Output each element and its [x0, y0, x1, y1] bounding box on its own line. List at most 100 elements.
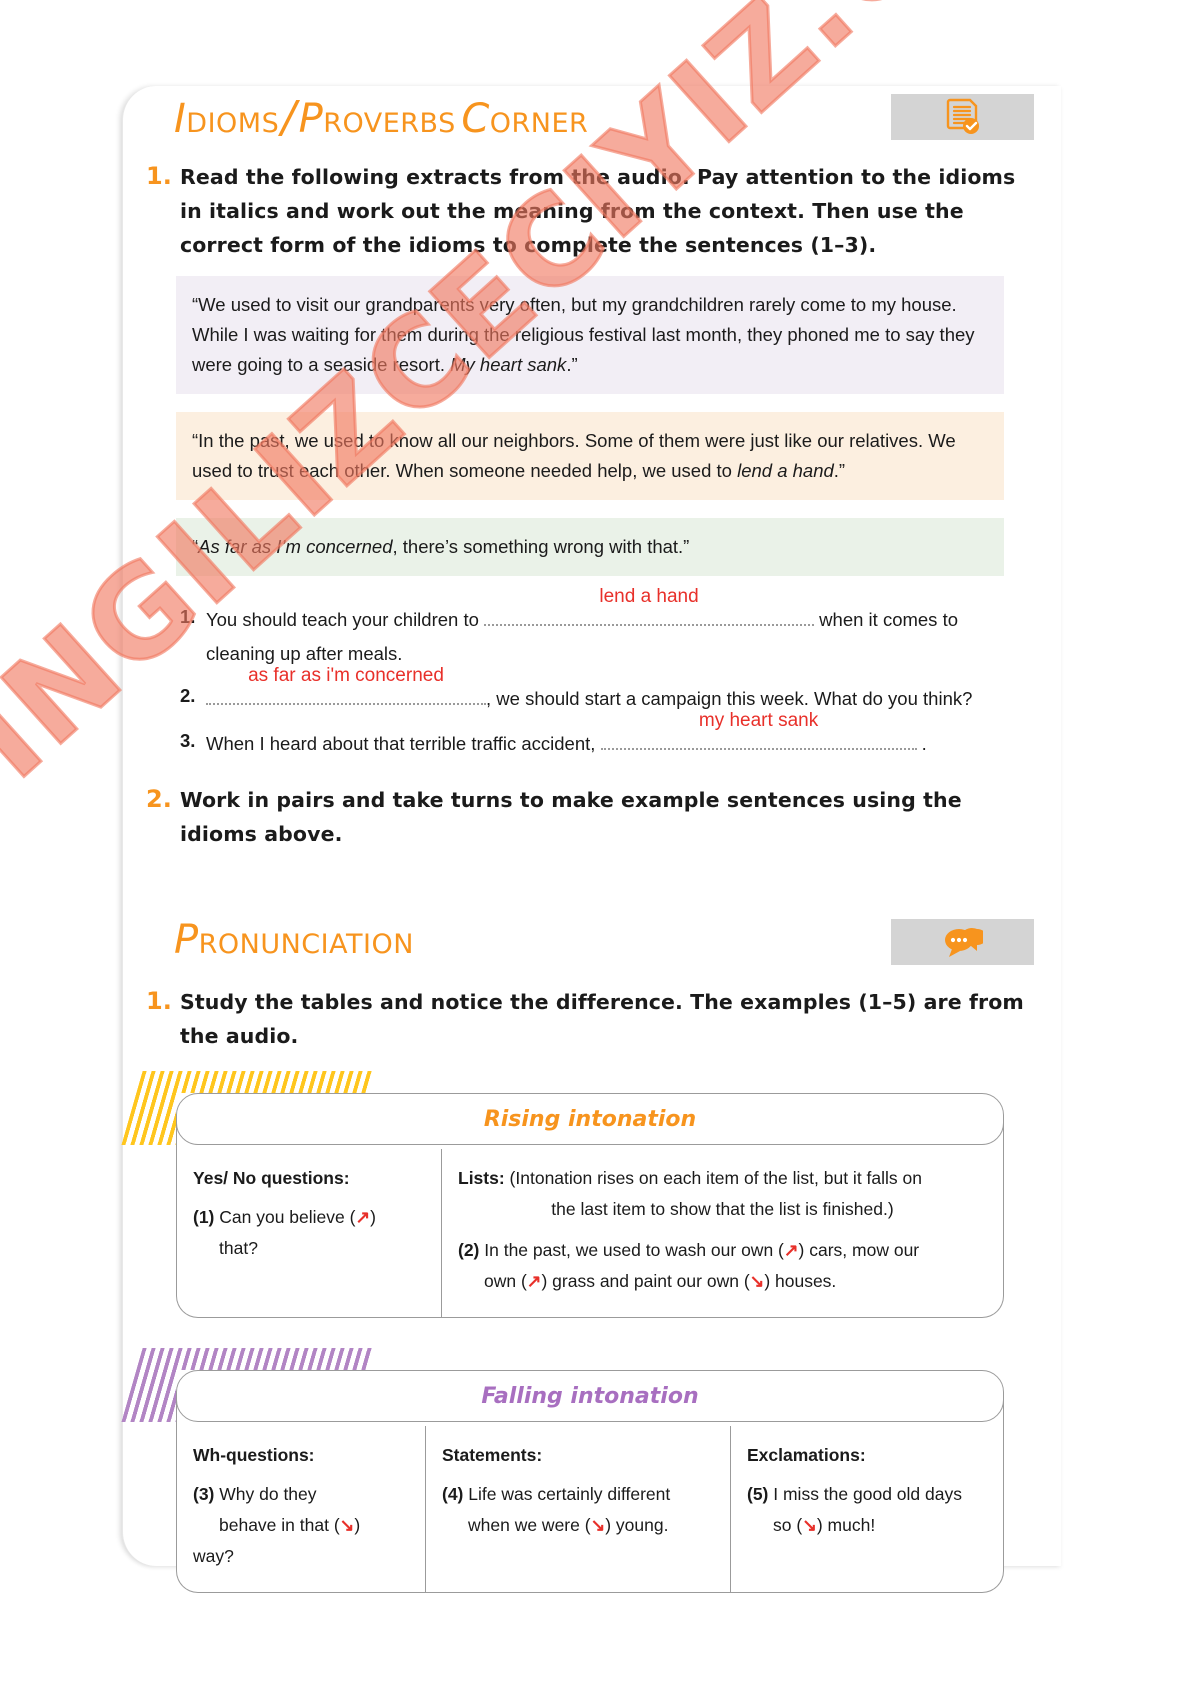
cell-exclamations: Exclamations: (5) I miss the good old da… [730, 1426, 1003, 1592]
example-line: when we were (↘) young. [468, 1515, 669, 1535]
quote-idiom: As far as I’m concerned [198, 536, 393, 557]
title-cap-c: C [461, 96, 490, 142]
falling-intonation-table: Falling intonation Wh-questions: (3) Why… [176, 1370, 1004, 1593]
pronunciation-title: PRONUNCIATION [174, 917, 414, 963]
example-label: (5) [747, 1484, 769, 1504]
exercise-instruction: Work in pairs and take turns to make exa… [180, 788, 962, 846]
example-line: that? [193, 1233, 425, 1264]
cell-heading: Wh-questions: [193, 1445, 315, 1465]
quote-tail: .” [833, 460, 846, 481]
falling-table-body: Wh-questions: (3) Why do they behave in … [176, 1396, 1004, 1593]
handwritten-answer: lend a hand [599, 586, 699, 607]
lists-note: Lists: (Intonation rises on each item of… [458, 1163, 987, 1194]
rising-table-body: Yes/ No questions: (1) Can you believe (… [176, 1119, 1004, 1318]
lists-note-line2: the last item to show that the list is f… [551, 1199, 894, 1219]
example-text: way? [193, 1546, 234, 1566]
document-check-icon [946, 98, 980, 136]
exercise-number: 1. [146, 162, 172, 190]
cell-heading: Statements: [442, 1445, 543, 1465]
quote-lead: “We used to visit our grandparents very … [192, 294, 975, 375]
cell-heading: Yes/ No questions: [193, 1168, 350, 1188]
cell-heading: Exclamations: [747, 1445, 866, 1465]
lists-note-line2-wrap: the last item to show that the list is f… [458, 1194, 987, 1225]
pronunciation-icon-box [891, 919, 1034, 965]
exercise-number: 1. [146, 987, 172, 1015]
title-rest-pronunciation: RONUNCIATION [198, 929, 414, 960]
extract-quote-2: “In the past, we used to know all our ne… [176, 412, 1004, 500]
example-text-mid: grass and paint our own [547, 1271, 744, 1291]
pronunciation-exercise-1: 1. Study the tables and notice the diffe… [146, 985, 1034, 1053]
quote-idiom: lend a hand [737, 460, 834, 481]
example-text: Why do they [214, 1484, 317, 1504]
exercise-instruction: Read the following extracts from the aud… [180, 165, 1016, 257]
speech-bubbles-icon [943, 925, 987, 959]
example-line: own (↗) grass and paint our own (↘) hous… [484, 1271, 837, 1291]
falling-arrow-icon: ↘ [339, 1515, 355, 1535]
example-line: (5) I miss the good old days [747, 1479, 987, 1510]
fill-in-sentences: 1. You should teach your children to len… [180, 586, 1004, 761]
falling-table-title: Falling intonation [481, 1383, 699, 1409]
example-line: (4) Life was certainly different [442, 1479, 714, 1510]
fill-number: 3. [180, 730, 196, 751]
fill-number: 1. [180, 606, 196, 627]
cell-heading: Lists: [458, 1168, 505, 1188]
textbook-page: IDIOMS/PROVERBS CORNER 1. Read the follo… [0, 0, 1182, 1684]
idioms-exercise-1: 1. Read the following extracts from the … [146, 160, 1034, 262]
example-line: way? [193, 1541, 409, 1572]
rising-arrow-icon: ↗ [355, 1207, 371, 1227]
quote-idiom: My heart sank [450, 354, 567, 375]
lists-note-line1: (Intonation rises on each item of the li… [504, 1168, 922, 1188]
page-content: IDIOMS/PROVERBS CORNER 1. Read the follo… [121, 92, 1034, 1593]
example-text-after: cars, mow our [804, 1240, 920, 1260]
falling-table-header: Falling intonation [176, 1370, 1004, 1422]
title-cap-p: P [174, 917, 199, 963]
title-rest-corner: ORNER [489, 108, 589, 139]
example-label: (3) [193, 1484, 215, 1504]
fill-before: You should teach your children to [206, 609, 485, 630]
quote-tail: .” [566, 354, 578, 375]
fill-number: 2. [180, 685, 196, 706]
example-text: Can you believe [214, 1207, 350, 1227]
idioms-exercise-2: 2. Work in pairs and take turns to make … [146, 783, 1034, 851]
cell-wh-questions: Wh-questions: (3) Why do they behave in … [177, 1426, 425, 1592]
example-line: (1) Can you believe (↗) [193, 1207, 376, 1227]
title-slash: / [281, 92, 297, 143]
example-line: behave in that (↘) [219, 1515, 361, 1535]
example-text-after: much! [822, 1515, 876, 1535]
title-cap-p: P [298, 96, 324, 142]
title-cap-i: I [174, 96, 187, 142]
exercise-number: 2. [146, 785, 172, 813]
fill-after: . [916, 733, 927, 754]
answer-blank-1[interactable]: lend a hand [484, 586, 815, 626]
cell-lists: Lists: (Intonation rises on each item of… [441, 1149, 1003, 1317]
answer-blank-2[interactable]: as far as i'm concerned [206, 665, 486, 705]
example-text: so [773, 1515, 797, 1535]
handwritten-answer: my heart sank [698, 710, 819, 731]
exercise-instruction: Study the tables and notice the differen… [180, 990, 1024, 1048]
example-text: In the past, we used to wash our own [479, 1240, 779, 1260]
pronunciation-section-header: PRONUNCIATION [146, 917, 1034, 979]
example-text: behave in that [219, 1515, 334, 1535]
falling-arrow-icon: ↘ [802, 1515, 817, 1535]
example-text: I miss the good old days [768, 1484, 962, 1504]
extract-quote-list: “We used to visit our grandparents very … [176, 276, 1004, 576]
example-label: (4) [442, 1484, 464, 1504]
fill-item-3: 3. When I heard about that terrible traf… [180, 710, 1004, 761]
idioms-section-header: IDIOMS/PROVERBS CORNER [146, 92, 1034, 154]
quote-tail: , there’s something wrong with that.” [392, 536, 690, 557]
extract-quote-3: “As far as I’m concerned, there’s someth… [176, 518, 1004, 576]
fill-before: When I heard about that terrible traffic… [206, 733, 601, 754]
extract-quote-1: “We used to visit our grandparents very … [176, 276, 1004, 394]
rising-table-title: Rising intonation [483, 1106, 697, 1132]
example-line: (3) Why do they [193, 1479, 409, 1510]
title-rest-proverbs: ROVERBS [323, 108, 456, 139]
example-line: (2) In the past, we used to wash our own… [458, 1240, 920, 1260]
example-label: (1) [193, 1207, 215, 1227]
cell-statements: Statements: (4) Life was certainly diffe… [425, 1426, 730, 1592]
idioms-corner-title: IDIOMS/PROVERBS CORNER [174, 92, 588, 143]
cell-yes-no-questions: Yes/ No questions: (1) Can you believe (… [177, 1149, 441, 1317]
example-text-end: houses. [770, 1271, 837, 1291]
answer-blank-3[interactable]: my heart sank [600, 710, 917, 750]
rising-intonation-table-wrap: Rising intonation Yes/ No questions: (1)… [121, 1071, 1034, 1318]
title-rest-idioms: DIOMS [186, 108, 280, 139]
